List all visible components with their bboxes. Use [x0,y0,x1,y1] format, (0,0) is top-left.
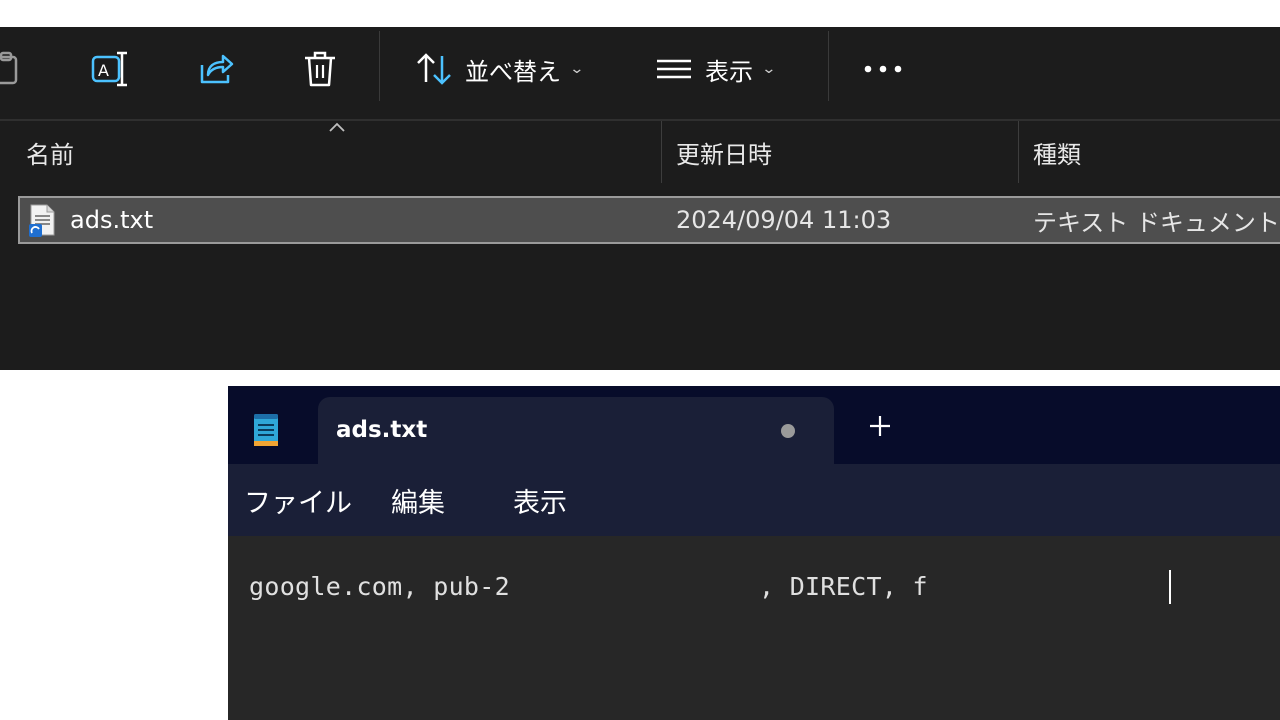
view-list-icon [657,59,691,79]
column-header-name[interactable]: 名前 [26,121,74,183]
chevron-down-icon: ⌄ [761,61,777,77]
svg-text:A: A [98,61,109,80]
unsaved-indicator-icon[interactable] [781,424,795,438]
more-icon [864,65,902,73]
notepad-icon [254,414,278,446]
file-type: テキスト ドキュメント [1033,208,1280,237]
column-header-row: 名前 更新日時 種類 [0,121,1280,183]
new-tab-plus-icon[interactable] [868,414,892,438]
column-separator[interactable] [661,121,662,183]
editor-text-part1: google.com, pub-2 [249,572,510,601]
column-separator[interactable] [1018,121,1019,183]
notepad-window: ads.txt ファイル 編集 表示 google.com, pub-2 , D… [228,386,1280,720]
sort-label: 並べ替え [465,57,561,86]
column-header-type[interactable]: 種類 [1033,121,1081,183]
text-caret [1169,570,1171,604]
text-editor[interactable]: google.com, pub-2 , DIRECT, f [228,536,1280,720]
copy-button[interactable] [0,49,20,89]
file-row[interactable]: ads.txt 2024/09/04 11:03 テキスト ドキュメント [18,196,1280,244]
title-bar: ads.txt [228,386,1280,464]
view-label: 表示 [705,57,753,86]
menu-file[interactable]: ファイル [244,464,352,536]
editor-text-part2: , DIRECT, f [759,572,928,601]
tab-ads-txt[interactable]: ads.txt [318,397,834,464]
text-file-icon [29,204,55,237]
toolbar-separator [379,31,380,101]
share-icon [200,54,234,84]
file-explorer: A 並べ替え ⌄ 表示 ⌄ 名前 更新日時 種類 ads.txt 2024/09… [0,27,1280,370]
share-button[interactable] [196,49,236,89]
delete-button[interactable] [302,49,338,89]
file-modified-date: 2024/09/04 11:03 [676,206,892,234]
trash-icon [305,51,335,87]
menu-bar: ファイル 編集 表示 [228,464,1280,536]
toolbar-separator [828,31,829,101]
rename-button[interactable]: A [90,49,130,89]
more-options-button[interactable] [864,49,902,89]
tab-title: ads.txt [336,417,428,443]
clipboard-icon [0,51,18,85]
command-bar: A 並べ替え ⌄ 表示 ⌄ [0,27,1280,119]
file-name: ads.txt [70,206,154,234]
view-button[interactable]: 表示 ⌄ [655,49,777,89]
sort-button[interactable]: 並べ替え ⌄ [415,49,585,89]
menu-edit[interactable]: 編集 [391,464,445,536]
sort-icon [417,53,451,85]
sort-ascending-icon [329,122,345,132]
menu-view[interactable]: 表示 [513,464,567,536]
rename-icon: A [91,51,127,87]
chevron-down-icon: ⌄ [569,61,585,77]
column-header-modified[interactable]: 更新日時 [676,121,772,183]
